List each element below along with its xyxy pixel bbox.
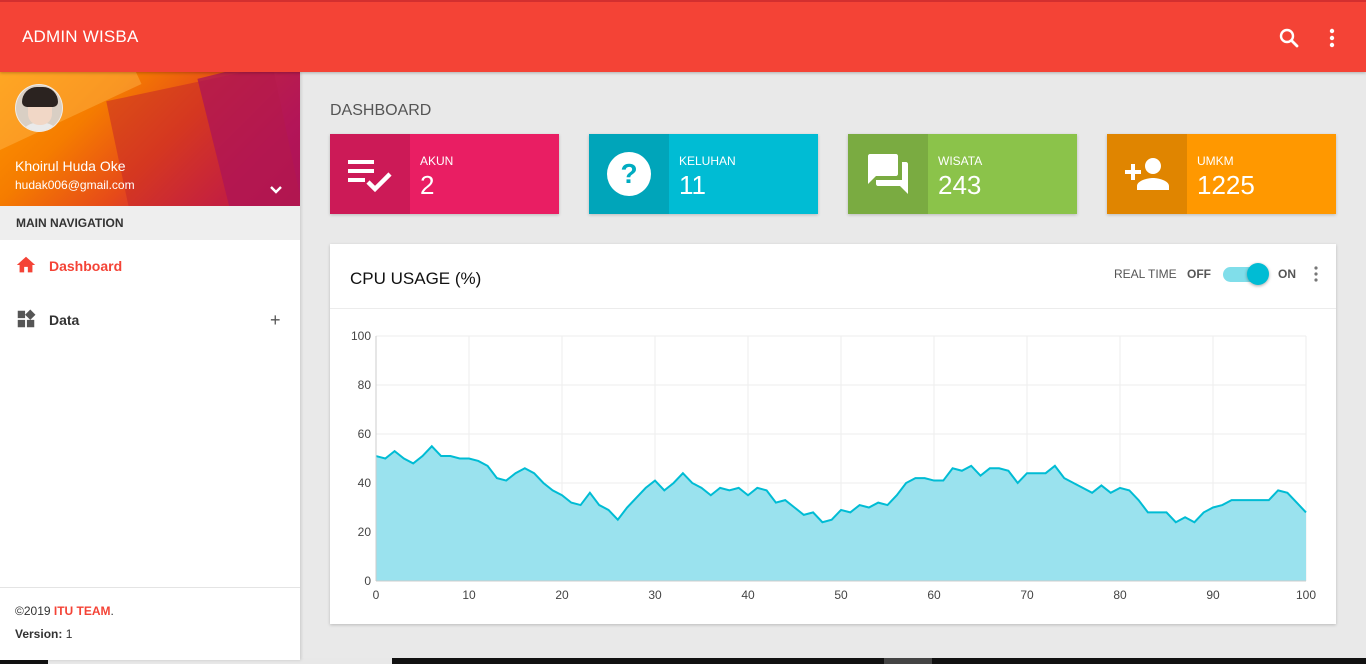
info-box-label: UMKM — [1197, 154, 1234, 168]
user-name: Khoirul Huda Oke — [15, 158, 126, 174]
realtime-label: REAL TIME — [1114, 267, 1177, 281]
home-icon — [15, 254, 37, 276]
copyright: ©2019 ITU TEAM. — [15, 604, 285, 627]
help-icon: ? — [589, 134, 669, 214]
x-tick-label: 80 — [1113, 588, 1127, 602]
info-box-value: 11 — [679, 170, 706, 200]
nav-header: MAIN NAVIGATION — [0, 206, 300, 240]
page-title: DASHBOARD — [330, 102, 432, 119]
avatar[interactable] — [15, 84, 63, 132]
y-tick-label: 80 — [358, 378, 372, 392]
info-box-value: 2 — [420, 170, 435, 200]
card-header: CPU USAGE (%) REAL TIME OFF ON — [330, 244, 1336, 309]
y-tick-label: 40 — [358, 476, 372, 490]
x-tick-label: 30 — [648, 588, 662, 602]
info-box-value: 1225 — [1197, 170, 1255, 200]
x-tick-label: 70 — [1020, 588, 1034, 602]
y-tick-label: 0 — [364, 574, 371, 588]
sidebar-item-label: Data — [49, 312, 80, 328]
more-vert-icon[interactable] — [1320, 26, 1344, 50]
y-tick-label: 100 — [351, 329, 371, 343]
x-tick-label: 20 — [555, 588, 569, 602]
info-box-akun[interactable]: AKUN 2 — [330, 134, 559, 214]
switch-off-label: OFF — [1187, 267, 1211, 281]
card-title: CPU USAGE (%) — [350, 269, 482, 288]
brand-link[interactable]: ITU TEAM — [54, 604, 111, 618]
copyright-period: . — [110, 604, 114, 618]
avatar-hair — [22, 87, 58, 107]
cpu-usage-chart: 0 20 40 60 80 100 0 10 20 30 40 50 60 70 80 90 100 — [351, 329, 1316, 602]
switch-on-label: ON — [1278, 267, 1296, 281]
info-box-label: KELUHAN — [679, 154, 736, 168]
playlist-check-icon — [330, 134, 410, 214]
person-add-icon — [1107, 134, 1187, 214]
x-tick-label: 90 — [1206, 588, 1220, 602]
info-box-umkm[interactable]: UMKM 1225 — [1107, 134, 1336, 214]
search-icon[interactable] — [1277, 26, 1301, 50]
info-box-label: AKUN — [420, 154, 454, 168]
sidebar-item-label: Dashboard — [49, 258, 123, 274]
legal-footer: ©2019 ITU TEAM. Version: 1 — [0, 587, 300, 650]
sidebar-item-dashboard[interactable]: Dashboard — [0, 244, 300, 288]
x-tick-label: 0 — [373, 588, 380, 602]
version-label: Version: — [15, 627, 63, 641]
info-box-value: 243 — [938, 170, 982, 200]
user-info-panel: Khoirul Huda Oke hudak006@gmail.com — [0, 72, 300, 206]
sidebar-item-data[interactable]: Data + — [0, 298, 300, 342]
cpu-usage-card: CPU USAGE (%) REAL TIME OFF ON 0 20 40 60 80… — [330, 244, 1336, 624]
top-app-bar: ADMIN WISBA — [0, 0, 1366, 72]
app-title[interactable]: ADMIN WISBA — [22, 27, 139, 47]
user-email: hudak006@gmail.com — [15, 178, 135, 192]
more-vert-icon[interactable] — [1308, 264, 1324, 284]
x-tick-label: 100 — [1296, 588, 1316, 602]
x-tick-label: 60 — [927, 588, 941, 602]
svg-text:?: ? — [620, 158, 637, 189]
expand-icon[interactable]: + — [270, 310, 281, 331]
x-tick-label: 40 — [741, 588, 755, 602]
forum-icon — [848, 134, 928, 214]
chevron-down-icon[interactable] — [266, 180, 286, 200]
left-sidebar: Khoirul Huda Oke hudak006@gmail.com MAIN… — [0, 72, 300, 660]
x-tick-label: 50 — [834, 588, 848, 602]
version: Version: 1 — [15, 627, 285, 650]
y-tick-label: 20 — [358, 525, 372, 539]
widgets-icon — [15, 308, 37, 330]
x-tick-label: 10 — [462, 588, 476, 602]
strip-segment — [884, 658, 932, 664]
switch-knob[interactable] — [1247, 263, 1269, 285]
version-value: 1 — [62, 627, 73, 641]
info-box-wisata[interactable]: WISATA 243 — [848, 134, 1077, 214]
y-tick-label: 60 — [358, 427, 372, 441]
info-box-label: WISATA — [938, 154, 983, 168]
info-box-keluhan[interactable]: ? KELUHAN 11 — [589, 134, 818, 214]
copyright-text: ©2019 — [15, 604, 54, 618]
